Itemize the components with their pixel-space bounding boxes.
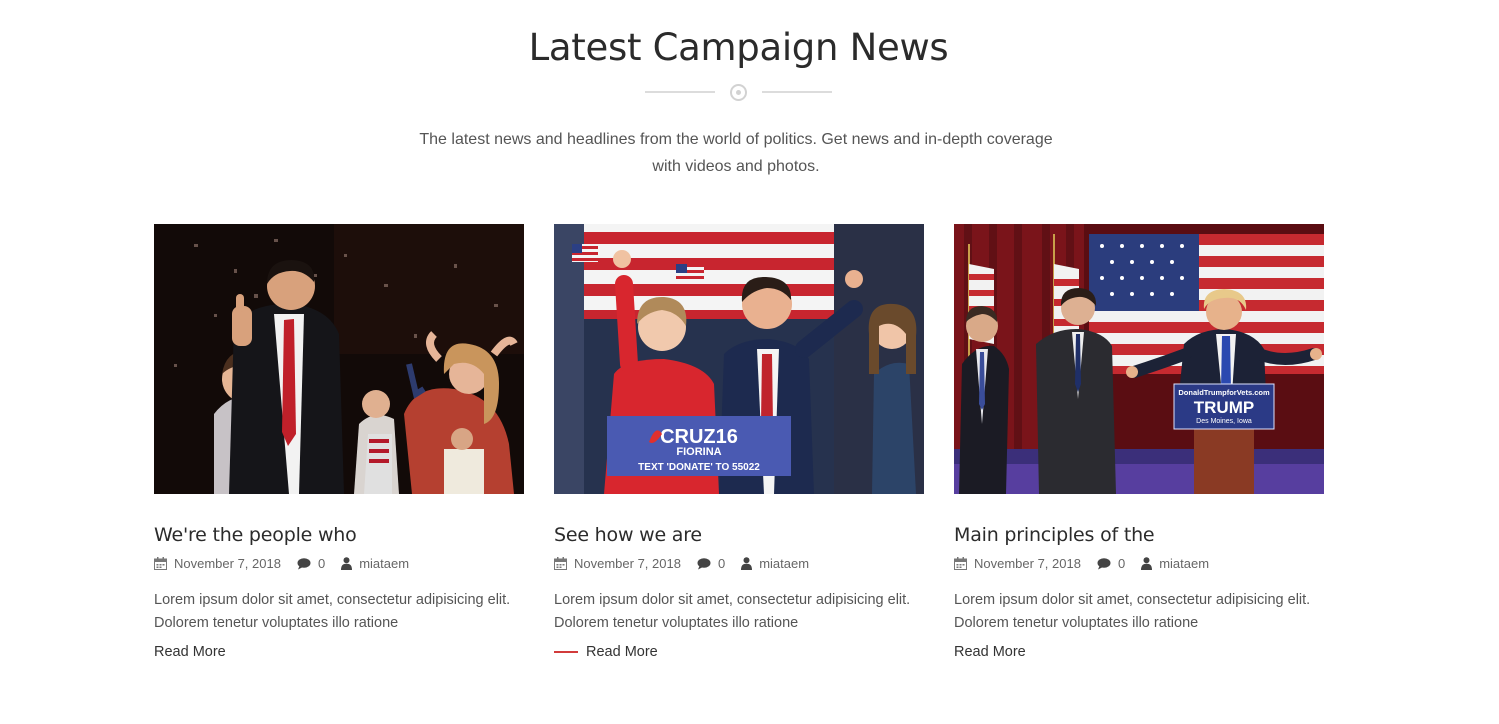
news-photo: CRUZ16 FIORINA TEXT 'DONATE' TO 55022 (554, 224, 924, 494)
post-comments[interactable]: 0 (297, 556, 325, 571)
user-icon (741, 557, 753, 570)
post-excerpt: Lorem ipsum dolor sit amet, consectetur … (954, 589, 1324, 635)
calendar-icon (154, 557, 167, 570)
post-date-text: November 7, 2018 (974, 556, 1081, 571)
comment-icon (1097, 557, 1111, 569)
news-card-image-link[interactable]: CRUZ16 FIORINA TEXT 'DONATE' TO 55022 (554, 224, 924, 494)
circle-dot-icon (730, 84, 747, 101)
calendar-icon (954, 557, 967, 570)
intro-line-2: with videos and photos. (652, 158, 820, 175)
photo-sign-location: Des Moines, Iowa (1196, 418, 1252, 425)
post-excerpt: Lorem ipsum dolor sit amet, consectetur … (154, 589, 524, 635)
news-photo: DonaldTrumpforVets.com TRUMP Des Moines,… (954, 224, 1324, 494)
photo-sign-fiorina: FIORINA (676, 446, 721, 458)
photo-sign-trump: TRUMP (1194, 398, 1254, 417)
post-comments[interactable]: 0 (697, 556, 725, 571)
news-card-title[interactable]: Main principles of the (954, 524, 1324, 546)
post-comments[interactable]: 0 (1097, 556, 1125, 571)
post-author[interactable]: miataem (741, 556, 809, 571)
calendar-icon (554, 557, 567, 570)
post-author[interactable]: miataem (1141, 556, 1209, 571)
title-divider (645, 82, 832, 102)
post-excerpt: Lorem ipsum dolor sit amet, consectetur … (554, 589, 924, 635)
comment-icon (697, 557, 711, 569)
section-intro: The latest news and headlines from the w… (386, 126, 1086, 180)
user-icon (341, 557, 353, 570)
news-photo (154, 224, 524, 494)
comment-icon (297, 557, 311, 569)
read-more-hover-bar (554, 651, 578, 653)
excerpt-line-2: Dolorem tenetur voluptates illo ratione (554, 615, 799, 631)
post-comments-count: 0 (317, 556, 326, 571)
excerpt-line-1: Lorem ipsum dolor sit amet, consectetur … (554, 592, 911, 608)
post-meta: November 7, 2018 0 miataem (954, 556, 1324, 571)
post-author-name: miataem (759, 556, 810, 571)
read-more-label: Read More (586, 644, 658, 660)
section-title: Latest Campaign News (528, 26, 949, 69)
post-author[interactable]: miataem (341, 556, 409, 571)
excerpt-line-1: Lorem ipsum dolor sit amet, consectetur … (154, 592, 511, 608)
divider-line-left (645, 91, 715, 93)
divider-line-right (762, 91, 832, 93)
post-date[interactable]: November 7, 2018 (954, 556, 1081, 571)
post-author-name: miataem (359, 556, 410, 571)
news-card-image-link[interactable] (154, 224, 524, 494)
post-date-text: November 7, 2018 (174, 556, 281, 571)
user-icon (1141, 557, 1153, 570)
news-card-title[interactable]: See how we are (554, 524, 924, 546)
news-card-image-link[interactable]: DonaldTrumpforVets.com TRUMP Des Moines,… (954, 224, 1324, 494)
post-comments-count: 0 (1117, 556, 1126, 571)
excerpt-line-2: Dolorem tenetur voluptates illo ratione (954, 615, 1199, 631)
intro-line-1: The latest news and headlines from the w… (419, 131, 1053, 148)
post-author-name: miataem (1159, 556, 1210, 571)
post-date[interactable]: November 7, 2018 (154, 556, 281, 571)
post-meta: November 7, 2018 0 miataem (554, 556, 924, 571)
photo-sign-website: DonaldTrumpforVets.com (1178, 388, 1270, 397)
news-card: DonaldTrumpforVets.com TRUMP Des Moines,… (954, 224, 1324, 660)
excerpt-line-1: Lorem ipsum dolor sit amet, consectetur … (954, 592, 1311, 608)
news-card-title[interactable]: We're the people who (154, 524, 524, 546)
excerpt-line-2: Dolorem tenetur voluptates illo ratione (154, 615, 399, 631)
read-more-label: Read More (954, 644, 1026, 660)
post-comments-count: 0 (717, 556, 726, 571)
news-card: CRUZ16 FIORINA TEXT 'DONATE' TO 55022 Se… (554, 224, 924, 660)
post-date-text: November 7, 2018 (574, 556, 681, 571)
photo-sign-donate: TEXT 'DONATE' TO 55022 (638, 462, 760, 473)
read-more-link[interactable]: Read More (554, 644, 924, 660)
read-more-link[interactable]: Read More (954, 644, 1324, 660)
photo-sign-cruz: CRUZ16 (660, 426, 738, 448)
news-card: We're the people who November 7, 2018 0 … (154, 224, 524, 660)
post-date[interactable]: November 7, 2018 (554, 556, 681, 571)
read-more-label: Read More (154, 644, 226, 660)
read-more-link[interactable]: Read More (154, 644, 524, 660)
post-meta: November 7, 2018 0 miataem (154, 556, 524, 571)
